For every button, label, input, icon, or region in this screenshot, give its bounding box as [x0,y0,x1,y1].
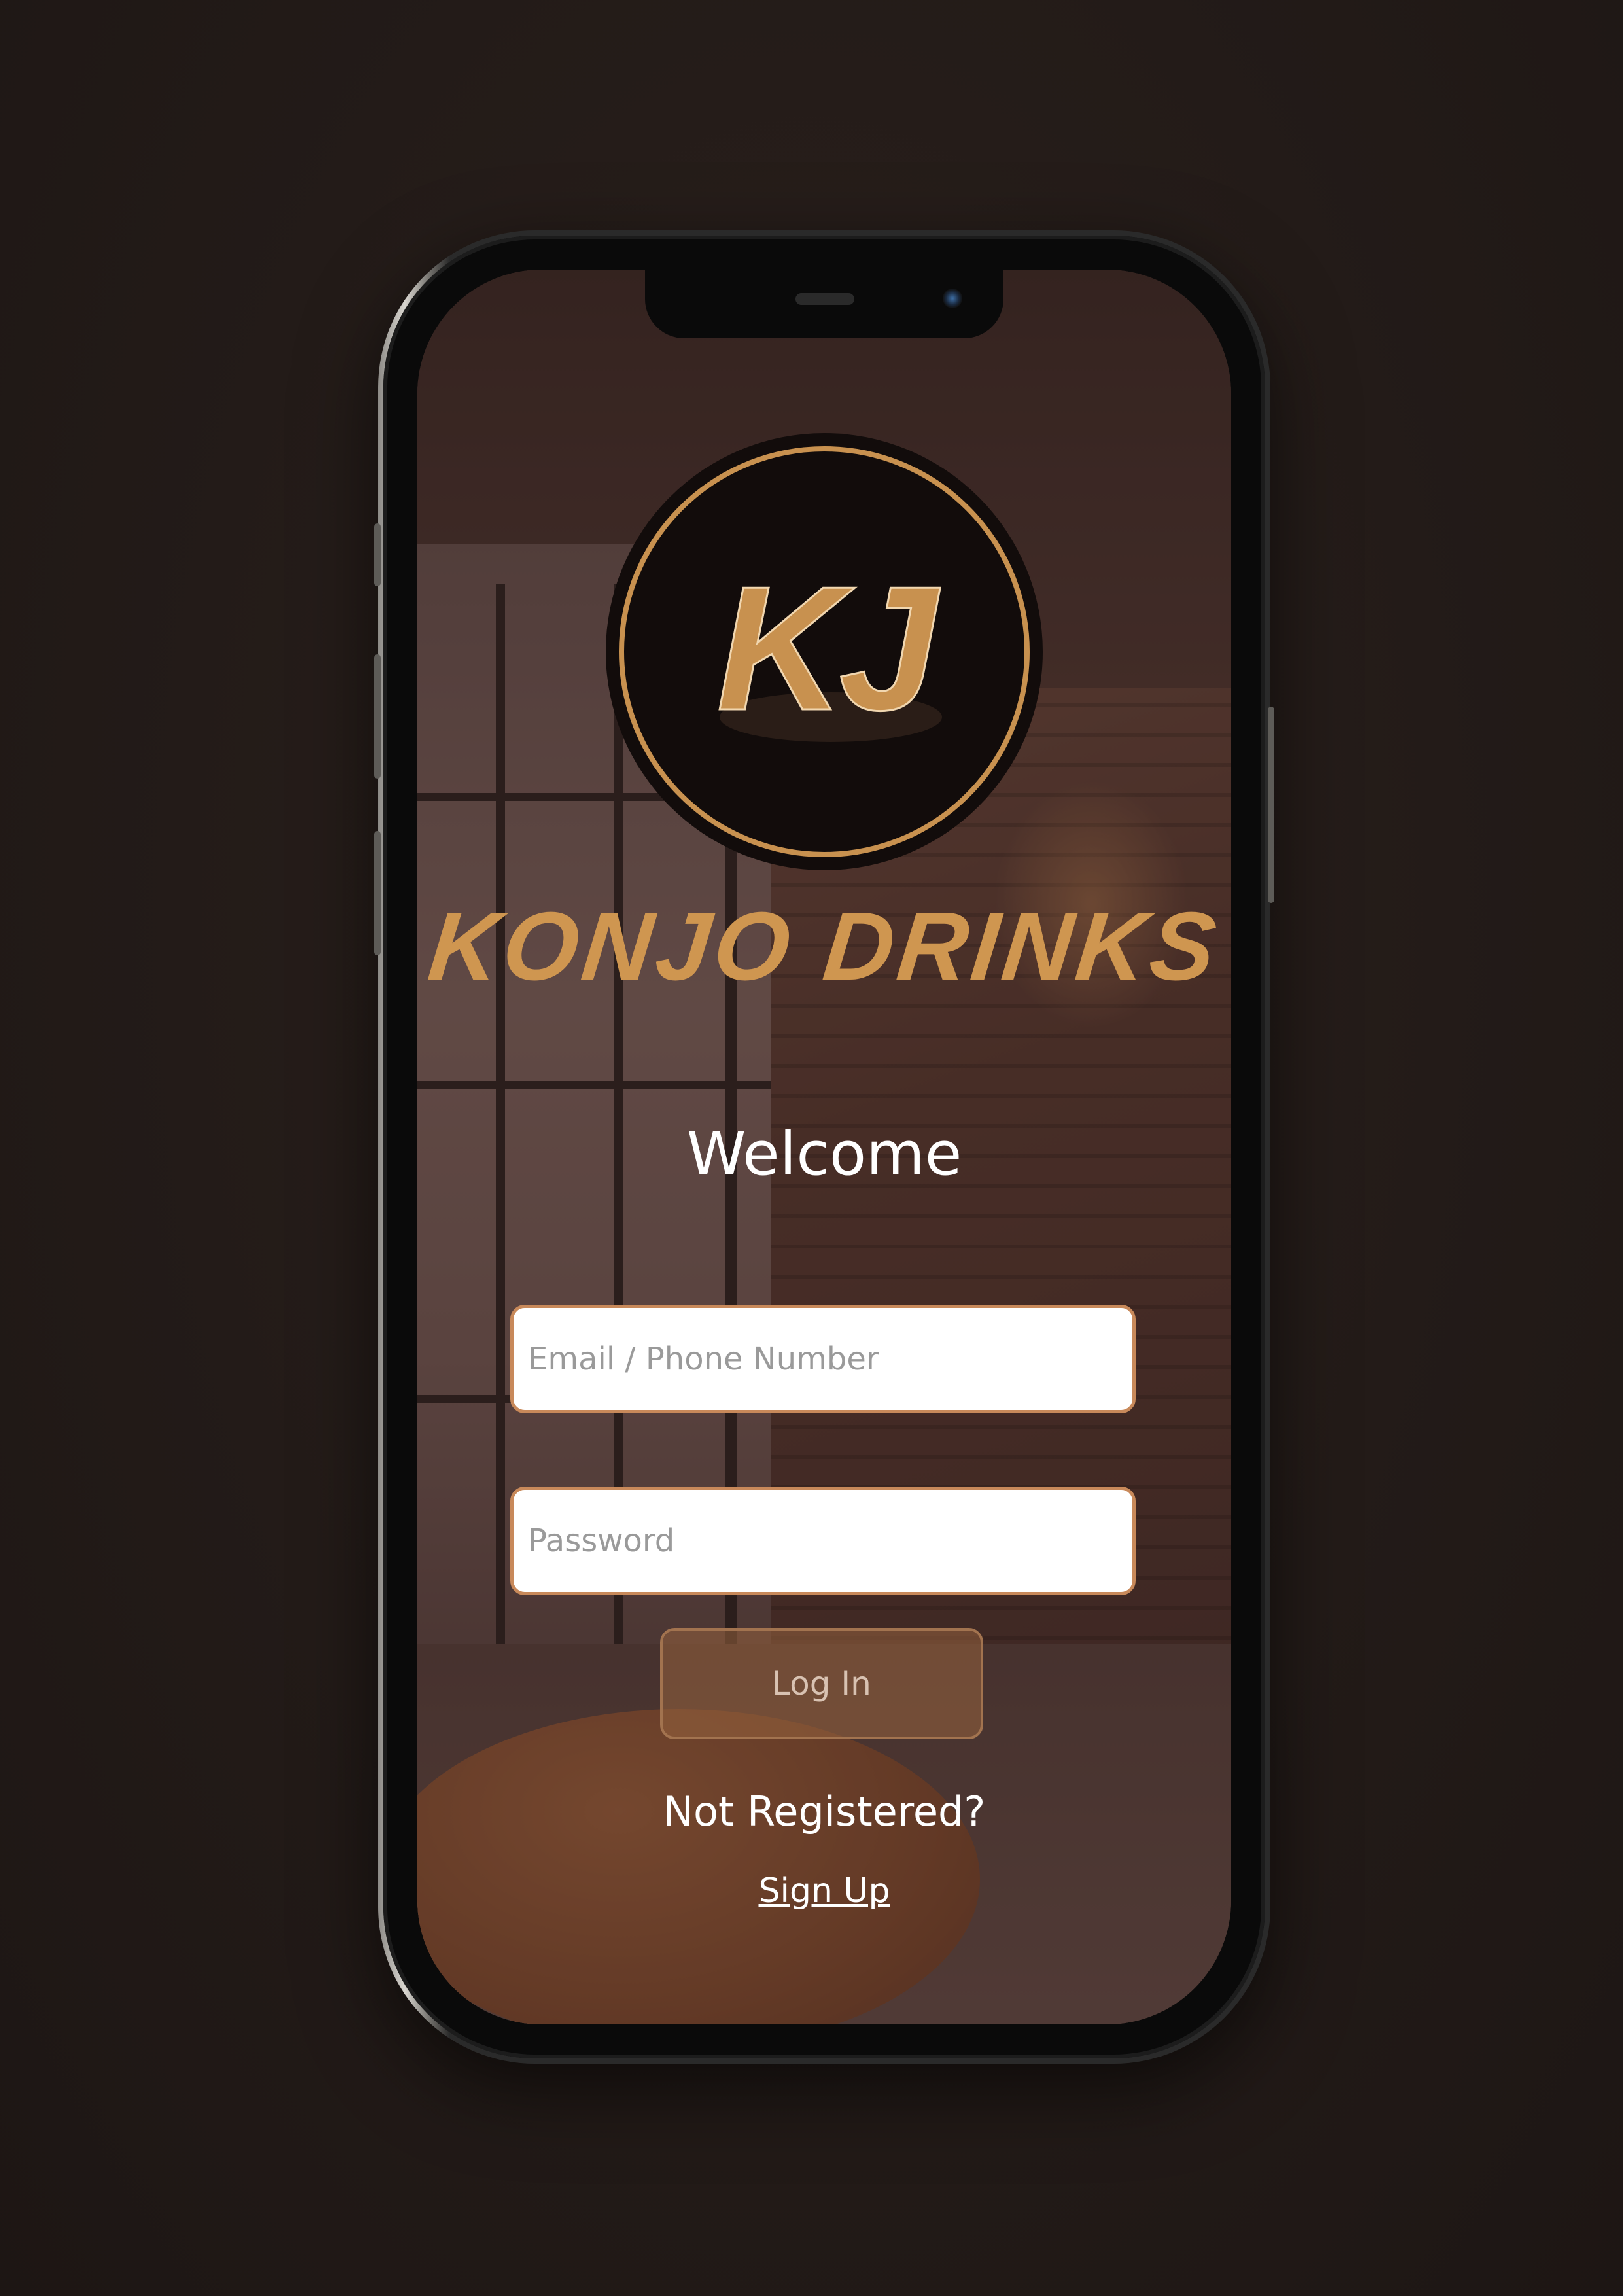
phone-screen: KJ KONJO DRINKS Welcome Email / Phone Nu… [417,270,1231,2024]
power-button [1268,707,1274,903]
logo-text: KJ [716,554,941,747]
password-field[interactable]: Password [510,1487,1136,1595]
phone-device: KJ KONJO DRINKS Welcome Email / Phone Nu… [374,230,1274,2064]
kj-logo-icon: KJ [716,554,947,749]
speaker-grille [795,293,854,305]
volume-down-button [374,831,381,955]
login-screen: KJ KONJO DRINKS Welcome Email / Phone Nu… [417,270,1231,2024]
mute-switch [374,523,381,586]
logo-badge: KJ [606,433,1043,870]
email-field[interactable]: Email / Phone Number [510,1305,1136,1413]
email-placeholder: Email / Phone Number [528,1341,879,1377]
password-placeholder: Password [528,1523,675,1559]
brand-name: KONJO DRINKS [423,892,1225,1000]
volume-up-button [374,654,381,779]
front-camera [943,289,962,308]
welcome-title: Welcome [686,1119,962,1189]
login-button[interactable]: Log In [660,1628,983,1739]
notch [645,270,1003,338]
sign-up-link[interactable]: Sign Up [417,1871,1231,1911]
not-registered-text: Not Registered? [663,1788,986,1835]
logo-ring: KJ [619,446,1030,857]
login-button-label: Log In [772,1665,871,1703]
